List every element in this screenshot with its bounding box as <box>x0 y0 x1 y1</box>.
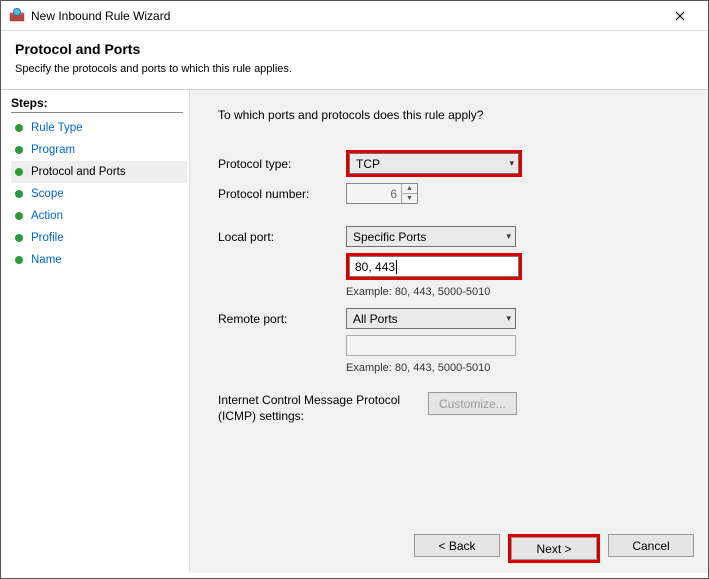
customize-button-label: Customize... <box>439 397 506 411</box>
protocol-type-value: TCP <box>356 157 380 171</box>
spinner-up-icon: ▲ <box>402 184 417 194</box>
chevron-down-icon: ▾ <box>506 231 511 242</box>
bullet-icon <box>15 190 23 198</box>
highlight-next: Next > <box>508 534 600 563</box>
remote-port-input <box>346 335 516 356</box>
remote-port-combo[interactable]: All Ports ▾ <box>346 308 516 329</box>
local-port-combo[interactable]: Specific Ports ▾ <box>346 226 516 247</box>
step-name[interactable]: Name <box>11 249 187 271</box>
local-port-value: 80, 443 <box>355 260 395 274</box>
close-button[interactable] <box>660 2 700 30</box>
local-port-mode: Specific Ports <box>353 230 426 244</box>
protocol-number-label: Protocol number: <box>218 187 346 201</box>
chevron-down-icon: ▾ <box>509 158 514 169</box>
spinner-arrows: ▲ ▼ <box>401 184 417 203</box>
remote-port-example: Example: 80, 443, 5000-5010 <box>346 362 688 374</box>
next-button-label: Next > <box>536 542 571 556</box>
window-title: New Inbound Rule Wizard <box>31 9 660 23</box>
step-scope[interactable]: Scope <box>11 183 187 205</box>
protocol-number-value: 6 <box>353 187 401 201</box>
protocol-type-combo[interactable]: TCP ▾ <box>349 153 519 174</box>
step-label: Rule Type <box>31 122 83 134</box>
step-label: Scope <box>31 188 64 200</box>
step-label: Action <box>31 210 63 222</box>
local-port-input[interactable]: 80, 443 <box>349 256 519 277</box>
remote-port-label: Remote port: <box>218 312 346 326</box>
customize-button: Customize... <box>428 392 517 415</box>
bullet-icon <box>15 212 23 220</box>
step-protocol-and-ports[interactable]: Protocol and Ports <box>11 161 187 183</box>
highlight-local-port-value: 80, 443 <box>346 253 522 280</box>
step-label: Program <box>31 144 75 156</box>
highlight-protocol-type: TCP ▾ <box>346 150 522 177</box>
page-title: Protocol and Ports <box>15 41 694 57</box>
bullet-icon <box>15 146 23 154</box>
icmp-label: Internet Control Message Protocol (ICMP)… <box>218 392 428 424</box>
main-prompt: To which ports and protocols does this r… <box>218 108 688 122</box>
back-button[interactable]: < Back <box>414 534 500 557</box>
step-rule-type[interactable]: Rule Type <box>11 117 187 139</box>
page-description: Specify the protocols and ports to which… <box>15 63 694 75</box>
cancel-button[interactable]: Cancel <box>608 534 694 557</box>
step-label: Name <box>31 254 62 266</box>
next-button[interactable]: Next > <box>511 537 597 560</box>
back-button-label: < Back <box>438 539 475 553</box>
spinner-down-icon: ▼ <box>402 194 417 203</box>
step-label: Protocol and Ports <box>31 166 126 178</box>
step-program[interactable]: Program <box>11 139 187 161</box>
remote-port-mode: All Ports <box>353 312 398 326</box>
firewall-icon <box>9 8 25 24</box>
step-label: Profile <box>31 232 64 244</box>
local-port-label: Local port: <box>218 230 346 244</box>
steps-heading: Steps: <box>11 96 183 113</box>
bullet-icon <box>15 168 23 176</box>
protocol-type-label: Protocol type: <box>218 157 346 171</box>
cancel-button-label: Cancel <box>632 539 669 553</box>
step-profile[interactable]: Profile <box>11 227 187 249</box>
chevron-down-icon: ▾ <box>506 313 511 324</box>
step-action[interactable]: Action <box>11 205 187 227</box>
bullet-icon <box>15 234 23 242</box>
bullet-icon <box>15 256 23 264</box>
bullet-icon <box>15 124 23 132</box>
protocol-number-spinner: 6 ▲ ▼ <box>346 183 418 204</box>
local-port-example: Example: 80, 443, 5000-5010 <box>346 286 688 298</box>
